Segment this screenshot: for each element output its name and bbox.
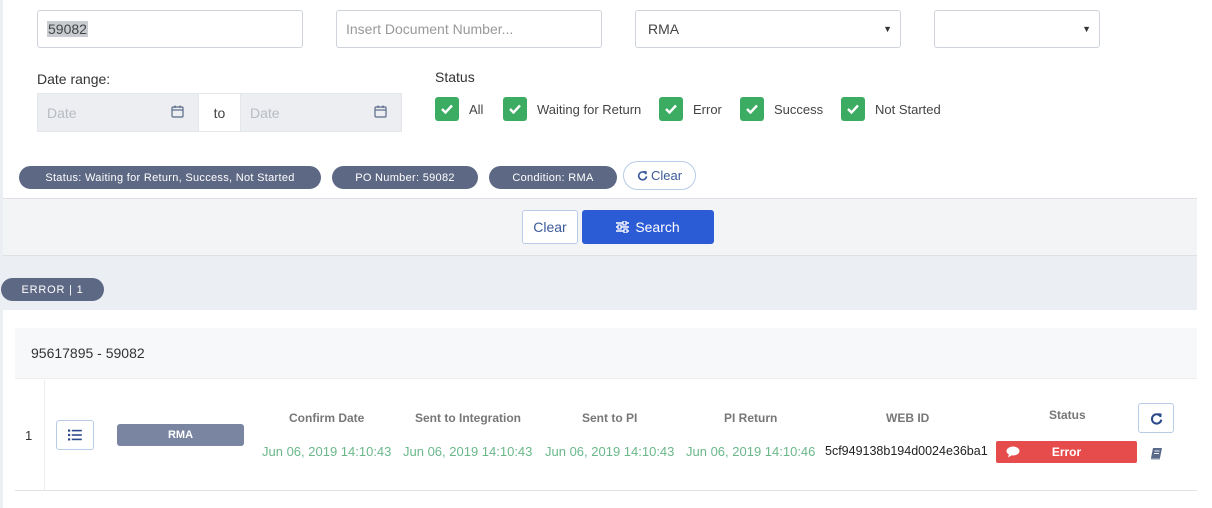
status-checkbox-all[interactable]: All <box>435 97 483 121</box>
confirm-date-value: Jun 06, 2019 14:10:43 <box>262 444 392 459</box>
document-number-placeholder: Insert Document Number... <box>346 21 514 37</box>
status-error-label: Error <box>1051 445 1082 459</box>
check-icon[interactable] <box>841 97 865 121</box>
row-index: 1 <box>25 428 33 443</box>
caret-down-icon: ▼ <box>883 24 892 34</box>
details-button[interactable] <box>56 420 94 450</box>
column-header-sent-pi: Sent to PI <box>582 411 638 425</box>
list-icon <box>68 429 82 441</box>
condition-select-value: RMA <box>648 21 680 37</box>
search-button-label: Search <box>635 219 680 235</box>
condition-select[interactable]: RMA ▼ <box>635 10 901 48</box>
calendar-icon[interactable] <box>374 105 387 118</box>
clear-filters-label: Clear <box>650 168 683 183</box>
date-range-label: Date range: <box>37 71 111 87</box>
secondary-select[interactable]: ▼ <box>934 10 1100 48</box>
sent-integration-value: Jun 06, 2019 14:10:43 <box>403 444 533 459</box>
status-checkbox-not-started[interactable]: Not Started <box>841 97 941 121</box>
status-checkbox-success[interactable]: Success <box>740 97 823 121</box>
column-header-sent-integration: Sent to Integration <box>415 411 521 425</box>
check-icon[interactable] <box>740 97 764 121</box>
date-to-separator: to <box>199 93 240 132</box>
date-from-input[interactable]: Date <box>37 93 199 132</box>
po-number-value: 59082 <box>47 21 88 37</box>
error-group-pill[interactable]: ERROR | 1 <box>1 278 104 301</box>
row-divider <box>44 380 45 490</box>
active-filter-condition-pill[interactable]: Condition: RMA <box>489 166 617 189</box>
retry-button[interactable] <box>1138 403 1174 433</box>
result-card-header: 95617895 - 59082 <box>15 328 1197 379</box>
date-to-input[interactable]: Date <box>240 93 402 132</box>
pi-return-value: Jun 06, 2019 14:10:46 <box>686 444 816 459</box>
active-filter-status-pill[interactable]: Status: Waiting for Return, Success, Not… <box>19 166 321 189</box>
column-header-status: Status <box>1049 408 1086 422</box>
check-icon[interactable] <box>435 97 459 121</box>
check-icon[interactable] <box>503 97 527 121</box>
status-option-label: Error <box>693 101 722 117</box>
document-number-input[interactable]: Insert Document Number... <box>336 10 602 48</box>
date-from-placeholder: Date <box>47 104 77 121</box>
sliders-icon <box>616 221 630 233</box>
status-checkbox-waiting[interactable]: Waiting for Return <box>503 97 641 121</box>
status-option-label: Success <box>774 101 824 117</box>
column-header-confirm-date: Confirm Date <box>289 411 365 425</box>
book-icon[interactable] <box>1150 447 1163 460</box>
status-option-label: Not Started <box>875 101 941 117</box>
po-number-input[interactable]: 59082 <box>37 10 303 48</box>
calendar-icon[interactable] <box>171 105 184 118</box>
status-error-badge[interactable]: Error <box>996 441 1137 463</box>
refresh-icon <box>637 170 648 181</box>
refresh-icon <box>1150 412 1162 425</box>
document-type-tag: RMA <box>117 424 244 446</box>
web-id-value: 5cf949138b194d0024e36ba1 <box>825 444 988 458</box>
status-label: Status <box>435 69 475 85</box>
clear-filters-pill[interactable]: Clear <box>623 161 696 190</box>
status-option-label: Waiting for Return <box>537 101 642 117</box>
comment-icon <box>1006 446 1020 458</box>
caret-down-icon: ▼ <box>1082 24 1091 34</box>
sent-pi-value: Jun 06, 2019 14:10:43 <box>545 444 675 459</box>
search-button[interactable]: Search <box>582 210 714 244</box>
check-icon[interactable] <box>659 97 683 121</box>
column-header-pi-return: PI Return <box>724 411 778 425</box>
scroll-gutter <box>1197 0 1212 508</box>
date-to-placeholder: Date <box>250 104 280 121</box>
active-filter-po-pill[interactable]: PO Number: 59082 <box>332 166 478 189</box>
status-checkbox-error[interactable]: Error <box>659 97 722 121</box>
column-header-web-id: WEB ID <box>886 411 930 425</box>
status-option-label: All <box>469 101 484 117</box>
row-divider <box>15 490 1197 491</box>
clear-button[interactable]: Clear <box>522 210 578 244</box>
